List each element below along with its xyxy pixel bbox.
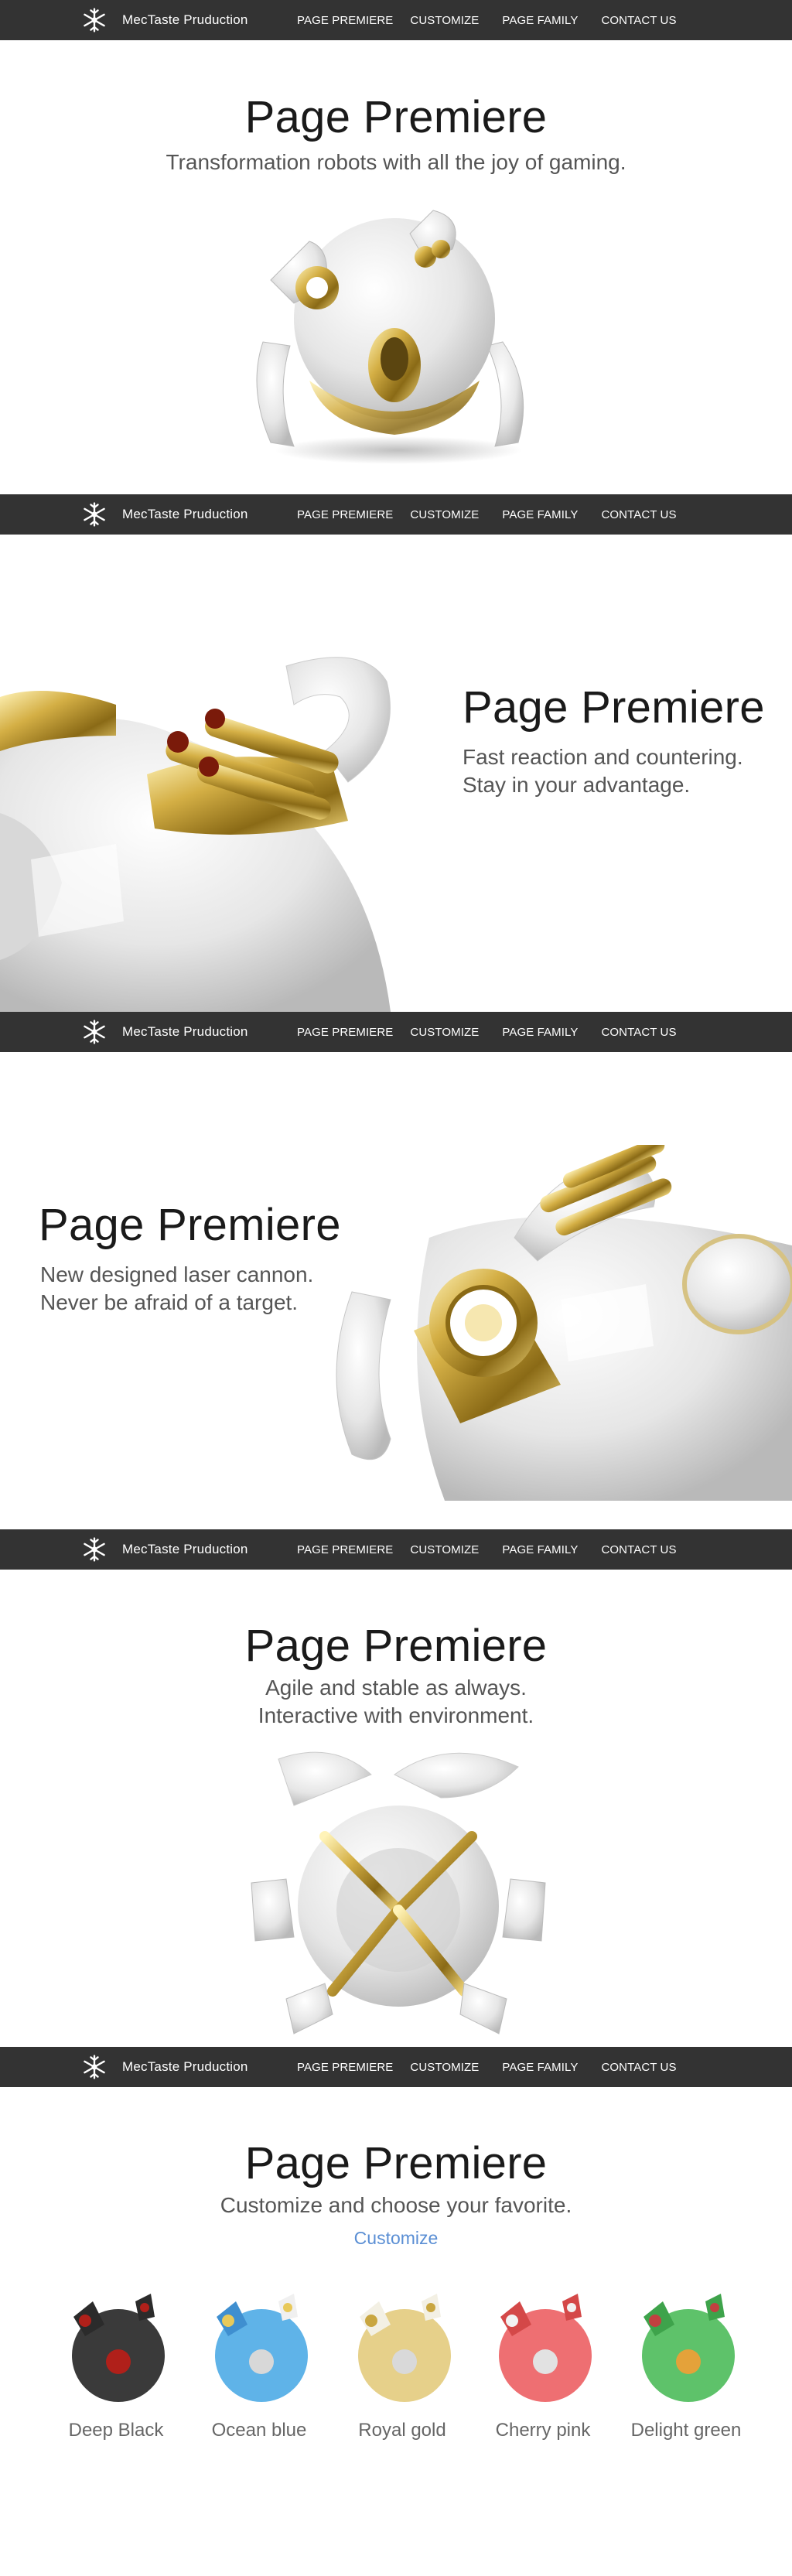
brand-name: MecTaste Pruduction (122, 2059, 248, 2074)
robot-laser-cannon-image (336, 1145, 792, 1501)
nav-links: PAGE PREMIERE CUSTOMIZE PAGE FAMILY CONT… (297, 0, 694, 40)
robot-royal-gold-image (358, 2294, 451, 2402)
robot-cherry-pink-image (499, 2294, 592, 2402)
swatch-delight-green[interactable]: Delight green (616, 2286, 756, 2441)
navbar: MecTaste Pruduction PAGE PREMIERE CUSTOM… (0, 2047, 792, 2087)
brand[interactable]: MecTaste Pruduction (80, 1529, 248, 1570)
nav-link-page-family[interactable]: PAGE FAMILY (502, 1543, 578, 1556)
nav-link-customize[interactable]: CUSTOMIZE (410, 14, 479, 27)
robot-delight-green-image (642, 2294, 735, 2402)
nav-link-customize[interactable]: CUSTOMIZE (410, 508, 479, 521)
hero-section-2: Page Premiere Fast reaction and counteri… (0, 535, 792, 1012)
nav-links: PAGE PREMIERE CUSTOMIZE PAGE FAMILY CONT… (297, 1012, 694, 1052)
brand-name: MecTaste Pruduction (122, 12, 248, 27)
nav-link-contact-us[interactable]: CONTACT US (601, 1026, 676, 1039)
nav-link-page-premiere[interactable]: PAGE PREMIERE (297, 508, 393, 521)
robot-ocean-blue-image (215, 2294, 308, 2402)
hero-section-1: Page Premiere Transformation robots with… (0, 40, 792, 494)
nav-link-page-premiere[interactable]: PAGE PREMIERE (297, 1026, 393, 1039)
snowflake-logo-icon (84, 2055, 105, 2079)
nav-link-page-premiere[interactable]: PAGE PREMIERE (297, 14, 393, 27)
customize-link[interactable]: Customize (354, 2228, 439, 2248)
section-subtitle: Transformation robots with all the joy o… (166, 150, 626, 174)
section-title: Page Premiere (244, 92, 548, 142)
nav-links: PAGE PREMIERE CUSTOMIZE PAGE FAMILY CONT… (297, 494, 694, 535)
section-subtitle-line-1: Fast reaction and countering. (463, 745, 743, 769)
section-subtitle-line-1: Agile and stable as always. (265, 1676, 527, 1700)
swatch-deep-black[interactable]: Deep Black (46, 2286, 186, 2441)
navbar: MecTaste Pruduction PAGE PREMIERE CUSTOM… (0, 1012, 792, 1052)
robot-underside-image (251, 1751, 546, 2034)
hero-section-3: Page Premiere New designed laser cannon.… (0, 1052, 792, 1529)
swatch-label: Deep Black (68, 2420, 164, 2441)
nav-link-contact-us[interactable]: CONTACT US (601, 508, 676, 521)
section-subtitle-line-2: Never be afraid of a target. (40, 1290, 299, 1314)
section-subtitle-line-2: Stay in your advantage. (463, 773, 691, 797)
section-title: Page Premiere (244, 1621, 548, 1671)
nav-link-customize[interactable]: CUSTOMIZE (410, 1026, 479, 1039)
snowflake-logo-icon (84, 1537, 105, 1562)
robot-deep-black-image (72, 2294, 165, 2402)
navbar: MecTaste Pruduction PAGE PREMIERE CUSTOM… (0, 0, 792, 40)
snowflake-logo-icon (84, 1020, 105, 1044)
nav-link-page-family[interactable]: PAGE FAMILY (502, 508, 578, 521)
brand[interactable]: MecTaste Pruduction (80, 0, 248, 40)
section-subtitle: Customize and choose your favorite. (220, 2193, 572, 2217)
nav-link-page-family[interactable]: PAGE FAMILY (502, 2061, 578, 2074)
navbar: MecTaste Pruduction PAGE PREMIERE CUSTOM… (0, 1529, 792, 1570)
snowflake-logo-icon (84, 502, 105, 527)
swatch-ocean-blue[interactable]: Ocean blue (189, 2286, 329, 2441)
brand[interactable]: MecTaste Pruduction (80, 1012, 248, 1052)
section-title: Page Premiere (463, 682, 765, 733)
snowflake-logo-icon (84, 8, 105, 32)
brand-name: MecTaste Pruduction (122, 1024, 248, 1039)
swatch-label: Ocean blue (211, 2420, 307, 2441)
section-subtitle-line-2: Interactive with environment. (258, 1703, 534, 1727)
section-title: Page Premiere (244, 2138, 548, 2188)
nav-link-page-premiere[interactable]: PAGE PREMIERE (297, 1543, 393, 1556)
color-swatches: Deep Black Ocean blue Royal gold Cherry … (0, 2286, 792, 2487)
swatch-cherry-pink[interactable]: Cherry pink (473, 2286, 613, 2441)
robot-cannon-closeup-image (0, 657, 391, 1012)
navbar: MecTaste Pruduction PAGE PREMIERE CUSTOM… (0, 494, 792, 535)
nav-links: PAGE PREMIERE CUSTOMIZE PAGE FAMILY CONT… (297, 2047, 694, 2087)
swatch-label: Delight green (630, 2420, 742, 2441)
brand[interactable]: MecTaste Pruduction (80, 2047, 248, 2087)
nav-link-contact-us[interactable]: CONTACT US (601, 2061, 676, 2074)
section-title: Page Premiere (39, 1200, 341, 1250)
swatch-royal-gold[interactable]: Royal gold (333, 2286, 472, 2441)
nav-link-contact-us[interactable]: CONTACT US (601, 14, 676, 27)
nav-link-page-family[interactable]: PAGE FAMILY (502, 14, 578, 27)
hero-section-4: Page Premiere Agile and stable as always… (0, 1570, 792, 2047)
brand-name: MecTaste Pruduction (122, 507, 248, 521)
robot-front-image (256, 210, 524, 464)
nav-link-customize[interactable]: CUSTOMIZE (410, 1543, 479, 1556)
section-subtitle-line-1: New designed laser cannon. (40, 1262, 314, 1286)
swatch-label: Royal gold (358, 2420, 446, 2441)
nav-link-contact-us[interactable]: CONTACT US (601, 1543, 676, 1556)
swatch-label: Cherry pink (495, 2420, 591, 2441)
nav-links: PAGE PREMIERE CUSTOMIZE PAGE FAMILY CONT… (297, 1529, 694, 1570)
nav-link-page-family[interactable]: PAGE FAMILY (502, 1026, 578, 1039)
brand-name: MecTaste Pruduction (122, 1542, 248, 1556)
nav-link-customize[interactable]: CUSTOMIZE (410, 2061, 479, 2074)
brand[interactable]: MecTaste Pruduction (80, 494, 248, 535)
nav-link-page-premiere[interactable]: PAGE PREMIERE (297, 2061, 393, 2074)
